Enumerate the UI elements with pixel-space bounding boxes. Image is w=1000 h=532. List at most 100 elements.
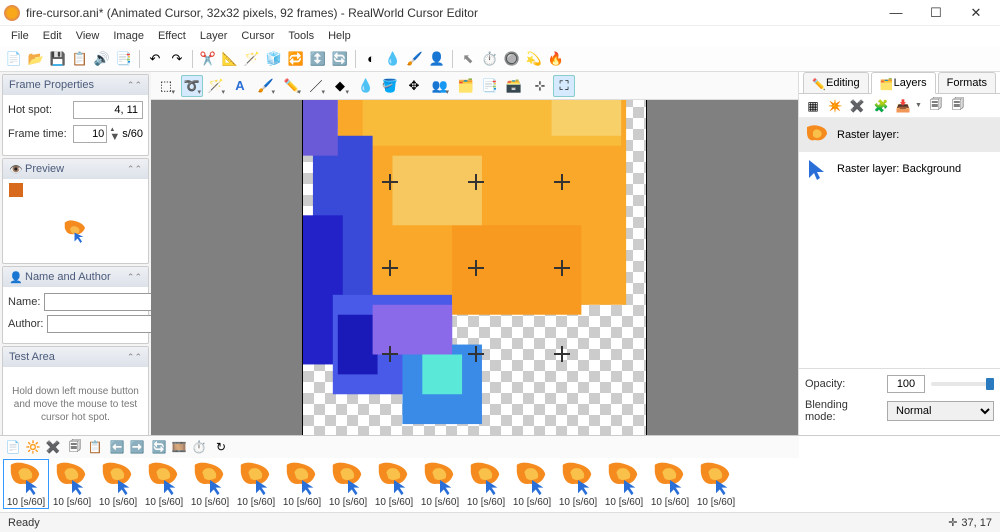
- blur-icon[interactable]: 💧: [383, 49, 403, 69]
- move-tool-icon[interactable]: ✥: [403, 75, 425, 97]
- grid-view-icon[interactable]: ▦: [803, 96, 823, 116]
- people-tool-icon[interactable]: 👥: [429, 75, 451, 97]
- frame-item[interactable]: 10 [s/60]: [326, 460, 370, 508]
- merge-icon[interactable]: 📥: [893, 96, 913, 116]
- ft-icon[interactable]: ✖️: [44, 438, 62, 456]
- clock-icon[interactable]: ⏱️: [480, 49, 500, 69]
- canvas-area[interactable]: [151, 100, 798, 435]
- undo-icon[interactable]: ↶: [145, 49, 165, 69]
- layer-tool2-icon[interactable]: 📑: [479, 75, 501, 97]
- effect-layer-icon[interactable]: 🧩: [871, 96, 891, 116]
- circle-icon[interactable]: 🔘: [502, 49, 522, 69]
- frame-item[interactable]: 10 [s/60]: [280, 460, 324, 508]
- hotspot-input[interactable]: [73, 101, 143, 119]
- blending-select[interactable]: Normal: [887, 401, 994, 421]
- frame-item[interactable]: 10 [s/60]: [648, 460, 692, 508]
- ft-icon[interactable]: ⬅️: [108, 438, 126, 456]
- frames-strip[interactable]: 10 [s/60]10 [s/60]10 [s/60]10 [s/60]10 […: [0, 458, 799, 512]
- tab-editing[interactable]: ✏️Editing: [803, 72, 869, 93]
- frame-item[interactable]: 10 [s/60]: [464, 460, 508, 508]
- maximize-button[interactable]: ☐: [916, 1, 956, 25]
- rotate-icon[interactable]: 🔄: [330, 49, 350, 69]
- copy-icon[interactable]: 📋: [70, 49, 90, 69]
- save-icon[interactable]: 💾: [48, 49, 68, 69]
- ft-icon[interactable]: 🔆: [24, 438, 42, 456]
- menu-edit[interactable]: Edit: [36, 28, 69, 44]
- ft-icon[interactable]: ➡️: [128, 438, 146, 456]
- crop-icon[interactable]: ✂️: [198, 49, 218, 69]
- lasso-tool-icon[interactable]: ➰: [181, 75, 203, 97]
- tab-layers[interactable]: 🗂️Layers: [871, 72, 936, 94]
- fire-icon[interactable]: 🔥: [546, 49, 566, 69]
- brush-tool-icon[interactable]: 🖌️: [255, 75, 277, 97]
- collapse-icon[interactable]: ⌃⌃: [127, 164, 142, 175]
- frame-item[interactable]: 10 [s/60]: [142, 460, 186, 508]
- frame-item[interactable]: 10 [s/60]: [188, 460, 232, 508]
- layer-tool3-icon[interactable]: 🗃️: [503, 75, 525, 97]
- contrast-icon[interactable]: ◐: [361, 49, 381, 69]
- frame-item[interactable]: 10 [s/60]: [234, 460, 278, 508]
- flip-v-icon[interactable]: ↕️: [308, 49, 328, 69]
- menu-file[interactable]: File: [4, 28, 36, 44]
- export-icon[interactable]: 📑: [114, 49, 134, 69]
- frame-item[interactable]: 10 [s/60]: [96, 460, 140, 508]
- frame-item[interactable]: 10 [s/60]: [556, 460, 600, 508]
- frame-item[interactable]: 10 [s/60]: [372, 460, 416, 508]
- tab-formats[interactable]: Formats: [938, 72, 996, 93]
- effect2-icon[interactable]: 🧊: [264, 49, 284, 69]
- frame-item[interactable]: 10 [s/60]: [4, 460, 48, 508]
- cursor-icon[interactable]: ⬉: [458, 49, 478, 69]
- frame-item[interactable]: 10 [s/60]: [510, 460, 554, 508]
- opacity-slider[interactable]: [931, 382, 994, 386]
- sound-icon[interactable]: 🔊: [92, 49, 112, 69]
- close-button[interactable]: ✕: [956, 1, 996, 25]
- frame-item[interactable]: 10 [s/60]: [694, 460, 738, 508]
- layer-tool1-icon[interactable]: 🗂️: [455, 75, 477, 97]
- menu-help[interactable]: Help: [321, 28, 358, 44]
- ft-icon[interactable]: 📄: [4, 438, 22, 456]
- effect1-icon[interactable]: 🪄: [242, 49, 262, 69]
- frame-item[interactable]: 10 [s/60]: [50, 460, 94, 508]
- dup1-icon[interactable]: 🗐: [926, 96, 946, 116]
- select-tool-icon[interactable]: ⬚: [155, 75, 177, 97]
- opacity-input[interactable]: [887, 375, 925, 393]
- collapse-icon[interactable]: ⌃⌃: [127, 80, 142, 91]
- snap-icon[interactable]: ⛶: [553, 75, 575, 97]
- menu-tools[interactable]: Tools: [281, 28, 321, 44]
- redo-icon[interactable]: ↷: [167, 49, 187, 69]
- open-icon[interactable]: 📂: [26, 49, 46, 69]
- dup2-icon[interactable]: 🗐: [948, 96, 968, 116]
- pencil-tool-icon[interactable]: ✏️: [281, 75, 303, 97]
- flip-h-icon[interactable]: 🔁: [286, 49, 306, 69]
- wand-tool-icon[interactable]: 🪄: [205, 75, 227, 97]
- fill-tool-icon[interactable]: 🪣: [379, 75, 401, 97]
- frametime-input[interactable]: [73, 125, 107, 143]
- shadow-icon[interactable]: 👤: [427, 49, 447, 69]
- resize-icon[interactable]: 📐: [220, 49, 240, 69]
- dropdown-icon[interactable]: ▼: [915, 102, 922, 109]
- picker-tool-icon[interactable]: 💧: [355, 75, 377, 97]
- menu-layer[interactable]: Layer: [193, 28, 235, 44]
- ft-icon[interactable]: ⏱️: [190, 438, 208, 456]
- menu-view[interactable]: View: [69, 28, 107, 44]
- frame-item[interactable]: 10 [s/60]: [602, 460, 646, 508]
- spin-icon[interactable]: 💫: [524, 49, 544, 69]
- layer-item[interactable]: Raster layer:: [799, 118, 1000, 152]
- sharpen-icon[interactable]: 🖌️: [405, 49, 425, 69]
- ft-refresh-icon[interactable]: ↻: [212, 438, 230, 456]
- new-layer-icon[interactable]: ✴️: [825, 96, 845, 116]
- layer-item[interactable]: Raster layer: Background: [799, 152, 1000, 186]
- grid-icon[interactable]: ⊹: [529, 75, 551, 97]
- shape-tool-icon[interactable]: ◆: [329, 75, 351, 97]
- delete-layer-icon[interactable]: ✖️: [847, 96, 867, 116]
- collapse-icon[interactable]: ⌃⌃: [127, 352, 142, 363]
- menu-cursor[interactable]: Cursor: [234, 28, 281, 44]
- collapse-icon[interactable]: ⌃⌃: [127, 272, 142, 283]
- ft-icon[interactable]: 📋: [86, 438, 104, 456]
- text-tool-icon[interactable]: A: [229, 75, 251, 97]
- new-icon[interactable]: 📄: [4, 49, 24, 69]
- frametime-spinner[interactable]: ▲▼: [109, 127, 120, 141]
- minimize-button[interactable]: —: [876, 1, 916, 25]
- ft-icon[interactable]: 🎞️: [170, 438, 188, 456]
- frame-item[interactable]: 10 [s/60]: [418, 460, 462, 508]
